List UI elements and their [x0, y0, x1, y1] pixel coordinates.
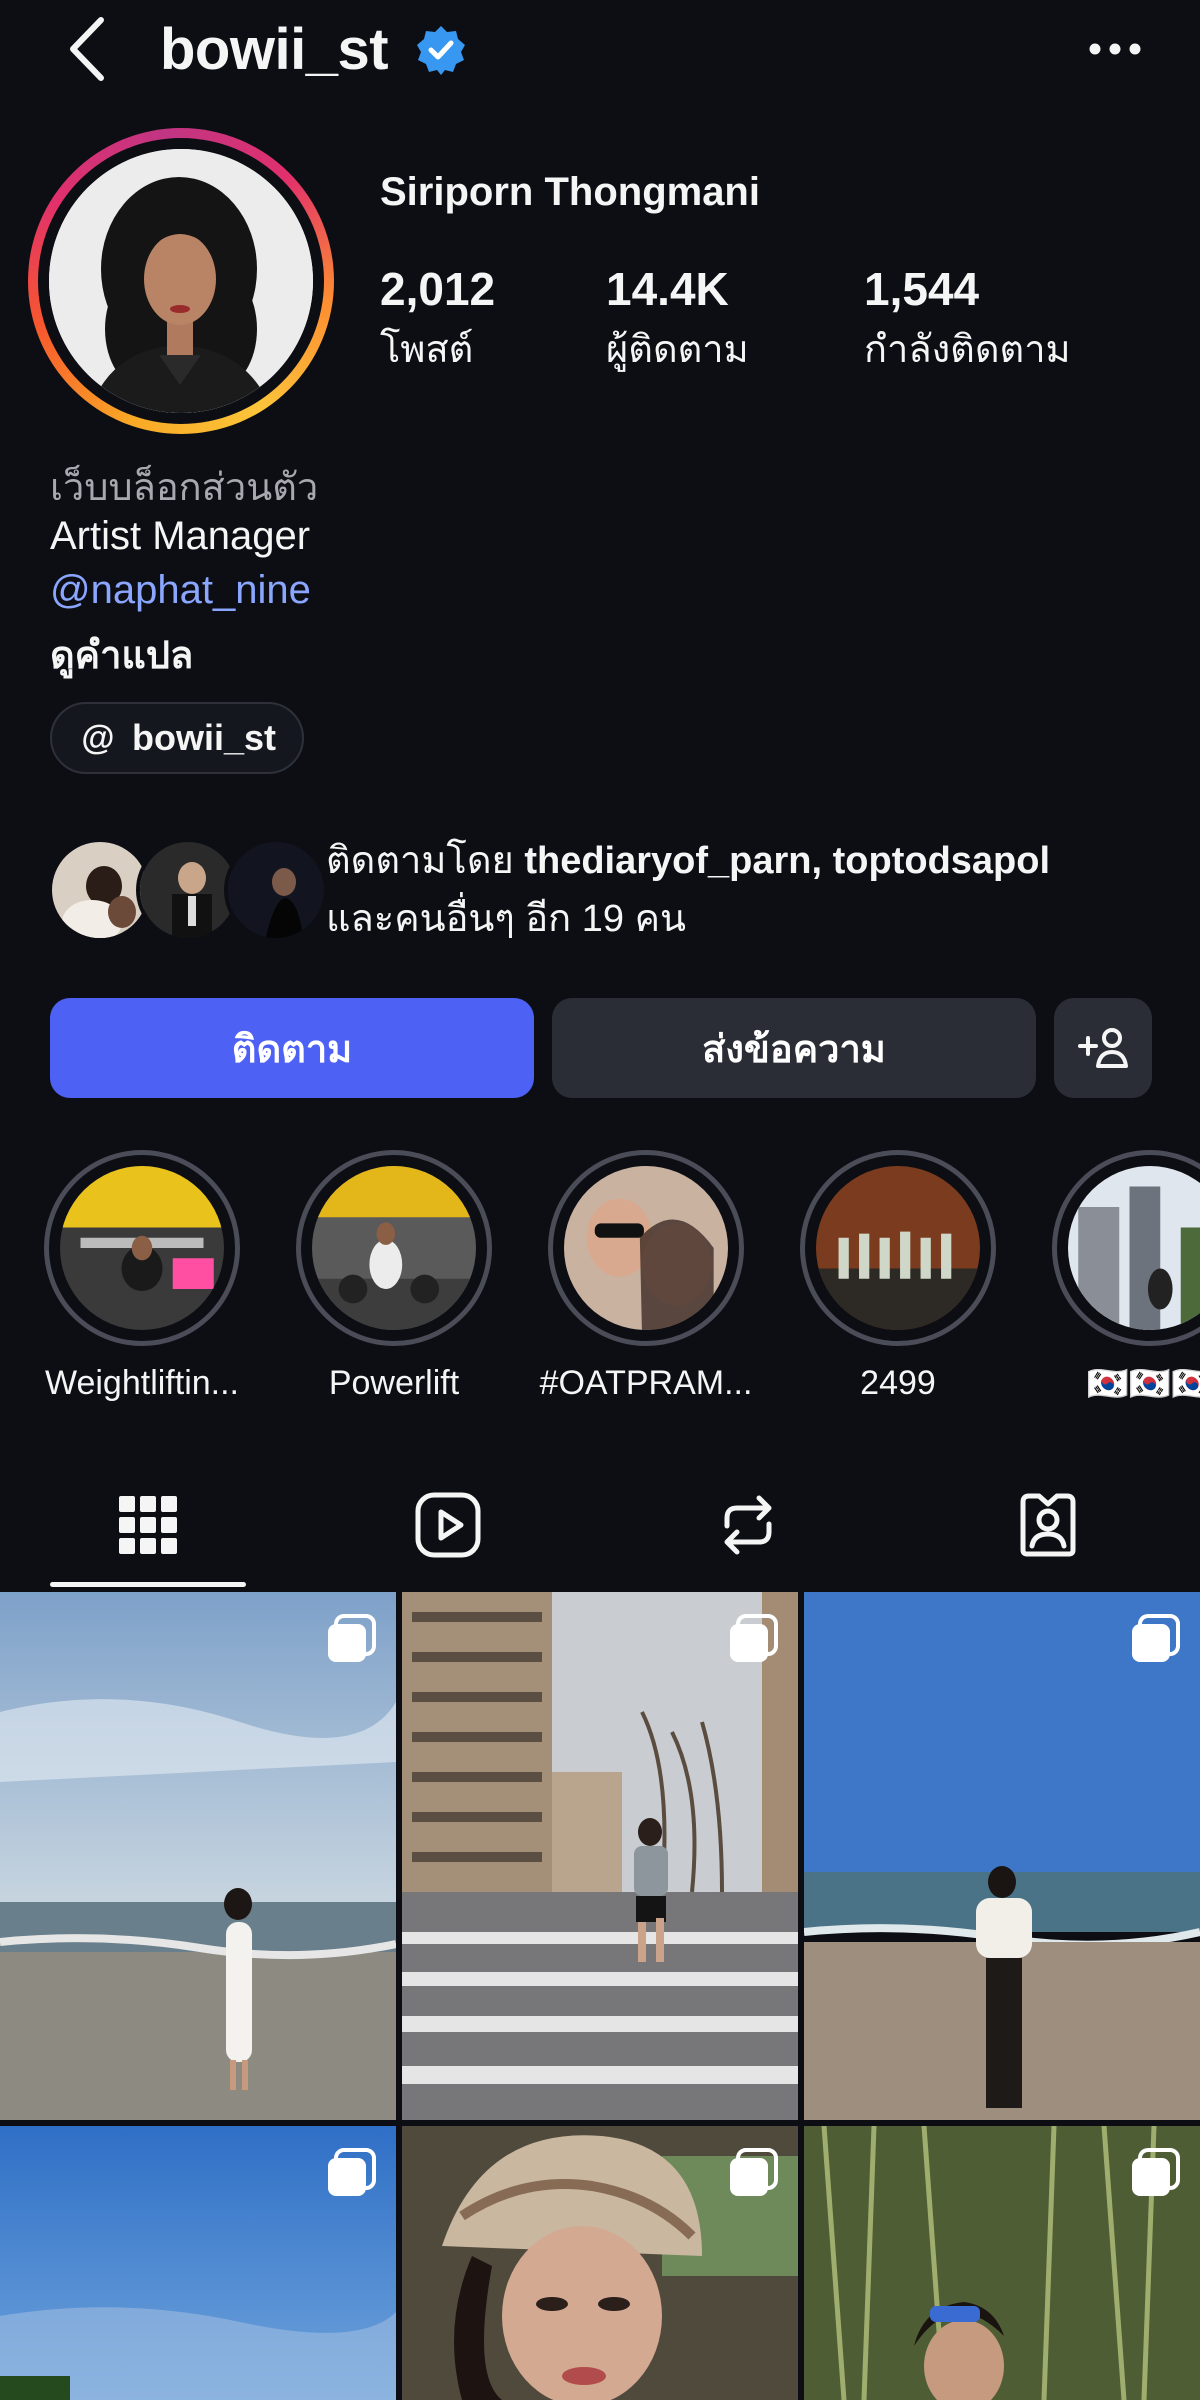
carousel-icon: [1132, 1614, 1180, 1662]
highlight-cover: [564, 1166, 728, 1330]
highlight-label: 🇰🇷🇰🇷🇰🇷: [1086, 1365, 1200, 1403]
highlight-label: 2499: [860, 1364, 936, 1402]
post-thumbnail[interactable]: [402, 1592, 798, 2120]
post-thumbnail[interactable]: [804, 2126, 1200, 2400]
highlight-cover: [60, 1166, 224, 1330]
avatar: [49, 149, 313, 413]
profile-page: bowii_st Siriporn Thongmani 2,012 โพสต์ …: [0, 0, 1200, 2400]
followed-by-names: thediaryof_parn, toptodsapol: [524, 840, 1051, 882]
stat-label: กำลังติดตาม: [864, 329, 1071, 371]
add-user-icon: [1078, 1028, 1128, 1068]
carousel-icon: [730, 2148, 778, 2196]
full-name: Siriporn Thongmani: [380, 170, 760, 214]
carousel-icon: [1132, 2148, 1180, 2196]
carousel-icon: [328, 1614, 376, 1662]
threads-icon: @: [81, 718, 115, 757]
story-ring[interactable]: [28, 128, 334, 434]
tab-reels[interactable]: [398, 1475, 498, 1575]
stat-label: โพสต์: [380, 329, 474, 371]
highlight-cover: [312, 1166, 476, 1330]
post-image: [402, 1592, 798, 2120]
bio-mention-link[interactable]: @naphat_nine: [50, 568, 311, 613]
follow-button[interactable]: ติดตาม: [50, 998, 534, 1098]
more-options-button[interactable]: [1080, 24, 1150, 74]
tab-tagged[interactable]: [998, 1475, 1098, 1575]
avatar-photo: [49, 149, 313, 413]
carousel-icon: [730, 1614, 778, 1662]
post-thumbnail[interactable]: [0, 2126, 396, 2400]
grid-icon: [119, 1496, 177, 1554]
top-bar: bowii_st: [0, 0, 1200, 110]
verified-badge-icon: [417, 26, 465, 75]
highlight-cover: [1068, 1166, 1200, 1330]
tab-posts[interactable]: [98, 1475, 198, 1575]
post-thumbnail[interactable]: [0, 1592, 396, 2120]
post-image: [0, 1592, 396, 2120]
suggest-users-button[interactable]: [1054, 998, 1152, 1098]
post-thumbnail[interactable]: [402, 2126, 798, 2400]
story-highlight[interactable]: #OATPRAM...: [540, 1150, 752, 1402]
tagged-icon: [1020, 1493, 1076, 1557]
followed-by-suffix: และคนอื่นๆ อีก 19 คน: [326, 898, 686, 940]
highlight-label: Powerlift: [328, 1364, 460, 1402]
carousel-icon: [328, 2148, 376, 2196]
highlight-cover: [816, 1166, 980, 1330]
threads-username: bowii_st: [132, 717, 277, 758]
mutual-avatar: [224, 838, 328, 942]
post-thumbnail[interactable]: [804, 1592, 1200, 2120]
tab-reposts[interactable]: [698, 1475, 798, 1575]
stat-value: 14.4K: [606, 263, 729, 315]
see-translation-link[interactable]: ดูคำแปล: [50, 624, 193, 685]
repost-icon: [724, 1495, 772, 1555]
reels-icon: [415, 1492, 481, 1558]
stat-label: ผู้ติดตาม: [606, 329, 749, 371]
story-highlight[interactable]: 🇰🇷🇰🇷🇰🇷: [1052, 1150, 1200, 1403]
chevron-left-icon: [70, 17, 104, 81]
story-highlight[interactable]: Powerlift: [296, 1150, 492, 1402]
bio-text: Artist Manager: [50, 514, 311, 558]
highlight-label: Weightliftin...: [44, 1364, 239, 1402]
story-highlight[interactable]: Weightliftin...: [44, 1150, 240, 1402]
highlight-label: #OATPRAM...: [539, 1364, 753, 1402]
followed-by-prefix: ติดตามโดย: [326, 840, 514, 882]
stat-value: 2,012: [380, 263, 496, 315]
message-button[interactable]: ส่งข้อความ: [552, 998, 1036, 1098]
following-count[interactable]: 1,544 กำลังติดตาม: [864, 262, 1071, 379]
mutual-followers[interactable]: ติดตามโดย thediaryof_parn, toptodsapol แ…: [48, 832, 1168, 942]
followed-by-text: ติดตามโดย thediaryof_parn, toptodsapol แ…: [326, 832, 1200, 948]
post-image: [804, 1592, 1200, 2120]
threads-badge[interactable]: @ bowii_st: [50, 702, 305, 774]
back-button[interactable]: [52, 14, 122, 84]
story-highlight[interactable]: 2499: [800, 1150, 996, 1402]
followers-count[interactable]: 14.4K ผู้ติดตาม: [606, 262, 749, 379]
profile-username: bowii_st: [160, 17, 389, 82]
active-tab-indicator: [50, 1582, 246, 1587]
stat-value: 1,544: [864, 263, 980, 315]
posts-count[interactable]: 2,012 โพสต์: [380, 262, 495, 379]
more-horizontal-icon: [1089, 43, 1141, 55]
bio-category: เว็บบล็อกส่วนตัว: [50, 467, 319, 509]
